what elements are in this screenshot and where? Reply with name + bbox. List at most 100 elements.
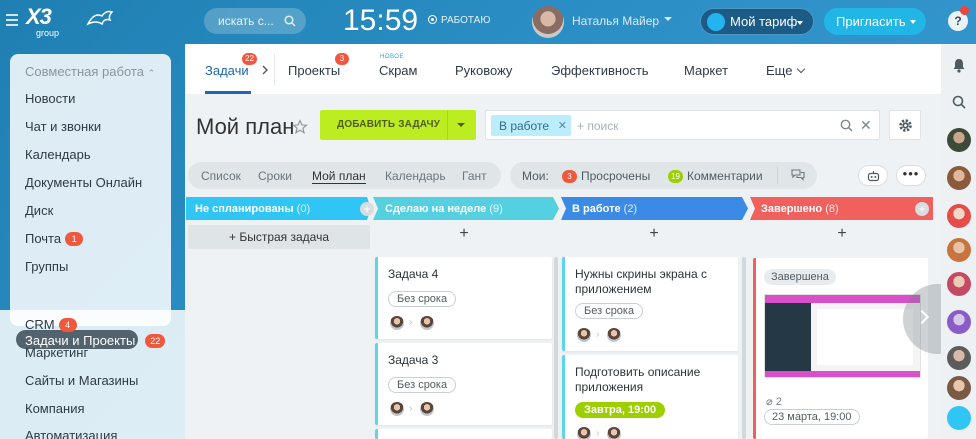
filter-chip-in-progress[interactable]: В работе ✕ <box>491 115 571 136</box>
task-title[interactable]: Нужны скрины экрана с приложением <box>575 267 725 297</box>
add-task-divider <box>447 110 448 140</box>
menu-item-chat[interactable]: Чат и звонки <box>25 119 101 134</box>
deadline-pill[interactable]: Без срока <box>575 303 644 319</box>
add-column-plus-icon[interactable]: + <box>360 202 374 216</box>
task-image-preview[interactable] <box>764 294 921 378</box>
tab-supervise[interactable]: Руковожу <box>455 63 512 78</box>
quick-task-button[interactable]: + Быстрая задача <box>188 225 370 249</box>
deadline-pill[interactable]: 23 марта, 19:00 <box>764 409 860 425</box>
counters-divider <box>777 167 778 184</box>
menu-item-company[interactable]: Компания <box>25 401 85 416</box>
menu-item-news[interactable]: Новости <box>25 91 75 106</box>
counter-comments[interactable]: 19 Комментарии <box>668 169 763 183</box>
chevron-right-icon[interactable] <box>262 65 268 75</box>
contact-avatar[interactable] <box>947 238 971 262</box>
column-scrollbar[interactable] <box>742 257 746 439</box>
user-avatar[interactable] <box>532 6 564 38</box>
menu-item-disk[interactable]: Диск <box>25 203 53 218</box>
add-task-button[interactable]: ДОБАВИТЬ ЗАДАЧУ <box>320 110 476 140</box>
column-done[interactable]: Завершено (8) <box>752 197 932 220</box>
menu-group-collaboration[interactable]: Совместная работа ⌃ <box>25 64 155 79</box>
contact-avatar[interactable] <box>947 128 971 152</box>
user-menu-chevron-down-icon[interactable] <box>664 17 672 21</box>
menu-burger-icon[interactable] <box>6 14 18 26</box>
menu-item-crm-row[interactable]: CRM 4 <box>25 317 77 332</box>
tab-tasks[interactable]: Задачи <box>205 63 249 78</box>
responsible-avatar[interactable] <box>420 402 434 416</box>
view-list[interactable]: Список <box>201 169 241 183</box>
invite-button[interactable]: Пригласить <box>824 8 926 35</box>
search-icon[interactable] <box>952 95 966 109</box>
view-calendar[interactable]: Календарь <box>385 169 446 183</box>
responsible-avatar[interactable] <box>607 328 621 342</box>
deadline-pill[interactable]: Без срока <box>388 377 457 393</box>
my-tariff-button[interactable]: Мой тариф <box>700 8 814 35</box>
view-gantt[interactable]: Гант <box>462 169 487 183</box>
chip-close-icon[interactable]: ✕ <box>558 119 567 132</box>
tab-projects[interactable]: Проекты <box>288 63 340 78</box>
column-week[interactable]: Сделаю на неделе (9) <box>376 197 552 220</box>
column-unplanned[interactable]: Не спланированы (0) <box>186 197 366 220</box>
add-task-plus-icon[interactable]: + <box>752 225 932 249</box>
tab-market[interactable]: Маркет <box>684 63 728 78</box>
menu-item-sites[interactable]: Сайты и Магазины <box>25 373 138 388</box>
view-my-plan[interactable]: Мой план <box>312 169 366 184</box>
clear-filter-close-icon[interactable]: ✕ <box>860 117 872 134</box>
menu-item-automation[interactable]: Автоматизация <box>25 428 117 439</box>
creator-avatar[interactable] <box>577 328 591 342</box>
responsible-avatar[interactable] <box>607 427 621 439</box>
search-icon[interactable] <box>840 119 853 132</box>
contact-avatar[interactable] <box>947 204 971 228</box>
counter-overdue[interactable]: 3 Просрочены <box>562 169 650 183</box>
deadline-pill[interactable]: Без срока <box>388 291 457 307</box>
menu-item-marketing[interactable]: Маркетинг <box>25 345 88 360</box>
task-card[interactable]: Задача 3 Без срока › <box>375 343 552 425</box>
menu-item-calendar[interactable]: Календарь <box>25 147 91 162</box>
settings-button[interactable] <box>889 110 921 140</box>
task-card[interactable]: Нужны скрины экрана с приложением Без ср… <box>562 257 738 351</box>
add-task-chevron-down-icon[interactable] <box>457 123 465 127</box>
work-status[interactable]: РАБОТАЮ <box>428 15 490 26</box>
chat-bubbles-icon[interactable] <box>791 169 805 181</box>
task-card[interactable]: Задача 4 Без срока › <box>375 257 552 339</box>
add-column-plus-icon[interactable]: + <box>915 202 929 216</box>
logo[interactable]: X3 group <box>26 4 59 38</box>
menu-item-mail[interactable]: Почта 1 <box>25 231 84 246</box>
task-card-done[interactable]: Завершена ⌀ 2 23 марта, 19:00 <box>753 258 928 439</box>
bell-icon[interactable] <box>952 58 966 73</box>
filter-search-input[interactable]: В работе ✕ + поиск ✕ <box>485 110 880 140</box>
tab-more[interactable]: Еще <box>766 63 806 78</box>
open-chat-icon[interactable] <box>947 406 971 430</box>
header-search-input[interactable]: искать с... <box>204 8 306 34</box>
column-in-progress[interactable]: В работе (2) <box>563 197 741 220</box>
task-card-partial[interactable] <box>375 429 552 439</box>
add-task-plus-icon[interactable]: + <box>563 225 745 249</box>
star-icon[interactable] <box>292 119 308 135</box>
creator-avatar[interactable] <box>390 402 404 416</box>
deadline-pill[interactable]: Завтра, 19:00 <box>575 402 666 418</box>
task-title[interactable]: Задача 3 <box>388 353 538 368</box>
creator-avatar[interactable] <box>390 316 404 330</box>
creator-avatar[interactable] <box>577 427 591 439</box>
task-title[interactable]: Задача 4 <box>388 267 538 282</box>
menu-item-groups[interactable]: Группы <box>25 259 68 274</box>
contact-avatar[interactable] <box>947 166 971 190</box>
tab-scrum[interactable]: Скрам <box>379 63 417 78</box>
robots-button[interactable] <box>858 165 888 186</box>
menu-item-documents[interactable]: Документы Онлайн <box>25 175 142 190</box>
contact-avatar[interactable] <box>947 310 971 334</box>
task-title[interactable]: Подготовить описание приложения <box>575 365 725 395</box>
responsible-avatar[interactable] <box>420 316 434 330</box>
user-name[interactable]: Наталья Майер <box>572 14 659 28</box>
column-scrollbar[interactable] <box>554 257 558 439</box>
tab-projects-badge: 3 <box>335 53 349 65</box>
attachments-count[interactable]: ⌀ 2 <box>766 395 782 408</box>
add-task-plus-icon[interactable]: + <box>376 225 552 249</box>
contact-avatar[interactable] <box>947 376 971 400</box>
contact-avatar[interactable] <box>947 272 971 296</box>
tab-efficiency[interactable]: Эффективность <box>551 63 649 78</box>
task-card[interactable]: Подготовить описание приложения Завтра, … <box>562 355 738 439</box>
view-deadlines[interactable]: Сроки <box>258 169 292 183</box>
contact-avatar[interactable] <box>947 346 971 370</box>
more-options-button[interactable]: ••• <box>896 165 926 186</box>
